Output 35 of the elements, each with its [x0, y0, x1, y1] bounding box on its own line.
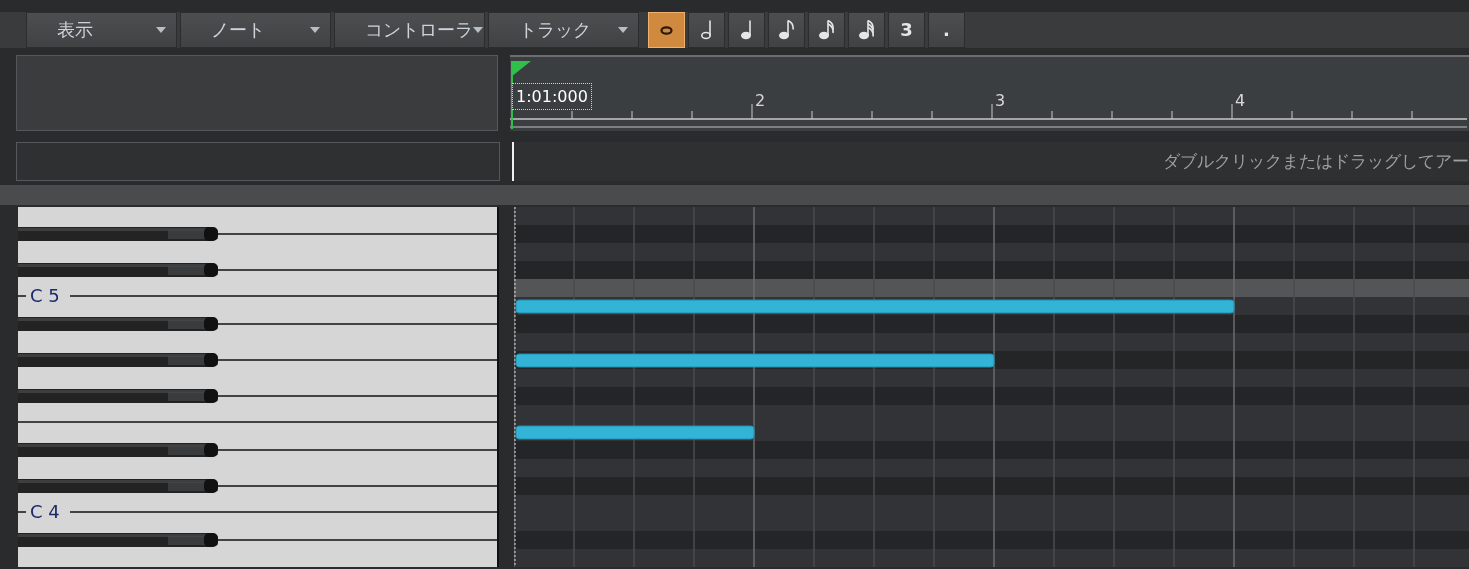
note-length-button[interactable] [728, 12, 765, 48]
note-icon [818, 19, 835, 41]
note-length-button[interactable] [848, 12, 885, 48]
octave-label: C 4 [30, 501, 60, 523]
measure-number: 4 [1235, 91, 1246, 110]
measure-number: 2 [755, 91, 766, 110]
note-bar[interactable] [515, 425, 755, 440]
menu-dropdown[interactable]: ノート [180, 12, 331, 48]
piano-keyboard[interactable] [18, 207, 500, 567]
note-icon [858, 19, 875, 41]
note-length-button[interactable] [768, 12, 805, 48]
caret-icon [156, 27, 166, 33]
note-length-button[interactable] [648, 12, 685, 48]
hint-text: ダブルクリックまたはドラッグしてアー [1163, 150, 1469, 173]
position-time[interactable]: 1:01:000 [512, 83, 592, 110]
octave-label: C 5 [30, 285, 60, 307]
caret-icon [310, 27, 320, 33]
measure-number: 3 [995, 91, 1006, 110]
menu-dropdown[interactable]: 表示 [26, 12, 177, 48]
menu-dropdown[interactable]: コントローラ [334, 12, 485, 48]
note-bar[interactable] [515, 353, 995, 368]
note-length-button[interactable]: . [928, 12, 965, 48]
marker-flag-icon[interactable] [511, 61, 531, 77]
note-grid[interactable] [514, 207, 1469, 567]
caret-icon [618, 27, 628, 33]
note-length-button[interactable] [808, 12, 845, 48]
caret-icon [473, 27, 483, 33]
note-icon [741, 19, 752, 41]
note-icon [778, 19, 795, 41]
note-icon [660, 25, 673, 35]
note-length-button[interactable] [688, 12, 725, 48]
note-bar[interactable] [515, 299, 1235, 314]
note-icon [701, 19, 712, 41]
menu-dropdown[interactable]: トラック [488, 12, 639, 48]
note-length-button[interactable]: 3 [888, 12, 925, 48]
